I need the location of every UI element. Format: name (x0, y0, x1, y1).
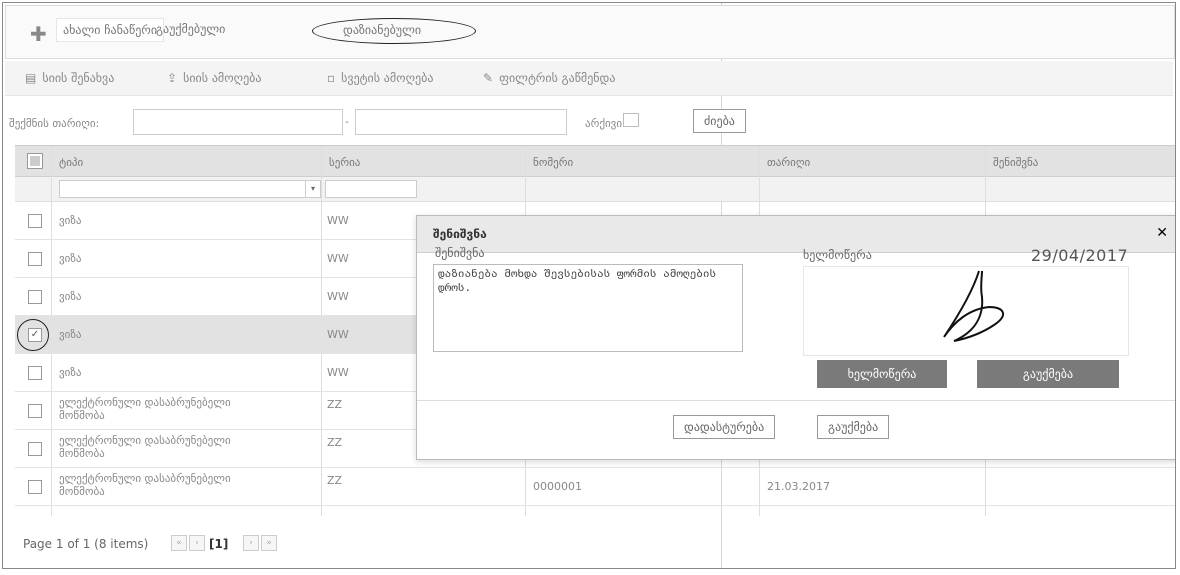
col-header-type[interactable]: ტიპი (59, 156, 83, 169)
cell-series: WW (327, 252, 349, 265)
cell-series: ZZ (327, 436, 343, 449)
cell-type: ელექტრონული დასაბრუნებელი მოწმობა (59, 434, 231, 460)
grid-filter-row: ▾ (15, 177, 1175, 202)
column-select-button[interactable]: ▫ სვეტის ამოღება (327, 71, 433, 85)
cell-date: 21.03.2017 (767, 480, 830, 493)
row-checkbox[interactable] (28, 252, 42, 266)
filter-row: შექმნის თარიღი: - არქივი: ძიება (5, 103, 1173, 139)
column-select-label: სვეტის ამოღება (341, 71, 434, 85)
pager-summary: Page 1 of 1 (8 items) (23, 537, 149, 551)
note-label: შენიშვნა (435, 246, 485, 260)
cell-type: ვიზა (59, 252, 82, 265)
row-checkbox[interactable] (28, 366, 42, 380)
cell-type: ვიზა (59, 290, 82, 303)
search-button[interactable]: ძიება (693, 109, 746, 133)
sign-button[interactable]: ხელმოწერა (817, 360, 947, 388)
type-filter-select[interactable]: ▾ (59, 180, 321, 198)
dialog-date: 29/04/2017 (1031, 246, 1129, 265)
cell-type: ვიზა (59, 214, 82, 227)
col-header-note[interactable]: შენიშვნა (993, 156, 1038, 169)
cell-series: WW (327, 366, 349, 379)
clear-filter-label: ფილტრის გაწმენდა (499, 71, 616, 85)
dialog-footer-divider (417, 400, 1175, 401)
row-checkbox[interactable] (28, 404, 42, 418)
date-from-input[interactable] (133, 109, 343, 135)
export-list-label: სიის ამოღება (183, 71, 262, 85)
table-row[interactable]: ელექტრონული დასაბრუნებელი მოწმობა ZZ 000… (15, 468, 1175, 506)
note-textarea[interactable]: დაზიანება მოხდა შევსებისას ფორმის ამოღებ… (433, 264, 743, 352)
row-checkbox[interactable] (28, 214, 42, 228)
tab-cancelled[interactable]: გაუქმებული (156, 22, 225, 36)
plus-icon[interactable]: ✚ (30, 24, 47, 44)
signature-drawing (943, 270, 1004, 342)
pager: Page 1 of 1 (8 items) « ‹ [1] › » (15, 527, 1175, 563)
cell-type: ელექტრონული დასაბრუნებელი მოწმობა (59, 396, 231, 422)
broom-icon: ✎ (483, 71, 494, 85)
tab-archived-label: დაზიანებული (343, 23, 422, 37)
tab-archived[interactable]: დაზიანებული (312, 18, 476, 44)
cell-type: ვიზა (59, 366, 82, 379)
date-to-input[interactable] (355, 109, 567, 135)
cell-series: WW (327, 328, 349, 341)
column-icon: ▫ (327, 71, 336, 85)
series-filter-input[interactable] (325, 180, 417, 198)
cancel-button[interactable]: გაუქმება (817, 415, 890, 439)
cell-type: ვიზა (59, 328, 82, 341)
cell-series: WW (327, 290, 349, 303)
grid-toolbar: ▤ სიის შენახვა ⇪ სიის ამოღება ▫ სვეტის ამოღ… (5, 61, 1173, 96)
chevron-down-icon[interactable]: ▾ (305, 181, 320, 197)
last-page-icon[interactable]: » (261, 535, 277, 551)
clear-filter-button[interactable]: ✎ ფილტრის გაწმენდა (483, 71, 615, 85)
dialog-title: შენიშვნა (433, 227, 487, 241)
row-checkbox[interactable] (28, 290, 42, 304)
signature-label: ხელმოწერა (803, 248, 872, 262)
export-icon: ⇪ (167, 71, 178, 85)
cell-number: 0000001 (533, 480, 582, 493)
range-dash: - (345, 115, 349, 128)
row-checkbox-checked[interactable]: ✓ (28, 328, 42, 342)
confirm-button[interactable]: დადასტურება (673, 415, 776, 439)
row-checkbox[interactable] (28, 480, 42, 494)
clear-signature-button[interactable]: გაუქმება (977, 360, 1119, 388)
close-icon[interactable]: ✕ (1156, 225, 1168, 241)
save-list-button[interactable]: ▤ სიის შენახვა (25, 71, 114, 85)
cell-type: ელექტრონული დასაბრუნებელი მოწმობა (59, 472, 231, 498)
cell-series: ZZ (327, 398, 343, 411)
cell-series: WW (327, 214, 349, 227)
col-header-series[interactable]: სერია (329, 156, 360, 169)
signature-pad[interactable] (803, 266, 1129, 356)
row-checkbox[interactable] (28, 442, 42, 456)
app-window: ✚ ახალი ჩანაწერი გაუქმებული დაზიანებული … (2, 2, 1176, 569)
select-all-checkbox[interactable] (27, 153, 43, 169)
prev-page-icon[interactable]: ‹ (189, 535, 205, 551)
note-dialog: შენიშვნა ✕ შენიშვნა დაზიანება მოხდა შევს… (416, 215, 1175, 460)
tab-new-record[interactable]: ახალი ჩანაწერი (56, 18, 165, 42)
top-tab-bar: ✚ ახალი ჩანაწერი გაუქმებული დაზიანებული (5, 5, 1175, 59)
save-list-label: სიის შენახვა (42, 71, 115, 85)
col-header-date[interactable]: თარიღი (767, 156, 810, 169)
grid-header: ტიპი სერია ნომერი თარიღი შენიშვნა (15, 146, 1175, 177)
archive-label: არქივი: (585, 117, 626, 130)
archive-checkbox[interactable] (623, 113, 639, 127)
col-header-number[interactable]: ნომერი (533, 156, 573, 169)
next-page-icon[interactable]: › (243, 535, 259, 551)
created-date-label: შექმნის თარიღი: (9, 117, 100, 130)
current-page[interactable]: [1] (209, 537, 228, 551)
first-page-icon[interactable]: « (171, 535, 187, 551)
list-icon: ▤ (25, 71, 37, 85)
cell-series: ZZ (327, 474, 343, 487)
export-list-button[interactable]: ⇪ სიის ამოღება (167, 71, 261, 85)
